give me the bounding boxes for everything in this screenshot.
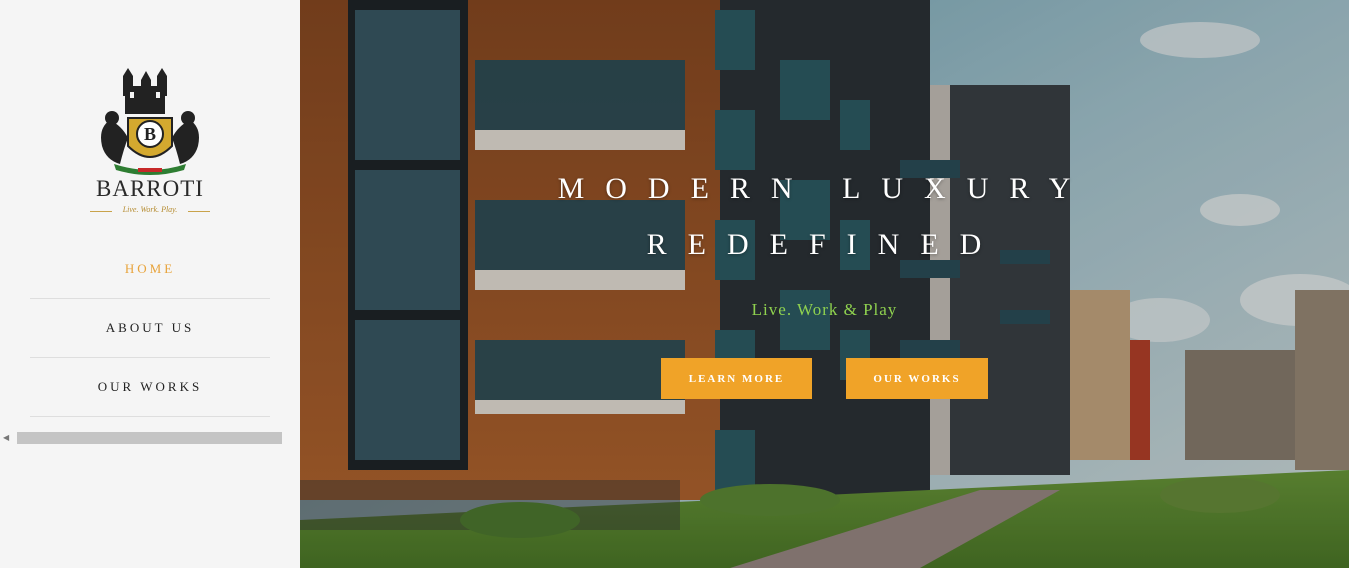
our-works-button[interactable]: OUR WORKS — [846, 358, 988, 399]
svg-text:B: B — [144, 124, 156, 144]
divider — [188, 211, 210, 212]
nav-item-our-works[interactable]: OUR WORKS — [30, 358, 270, 417]
sidebar: B BARROTI Live. Work. Play. HOME ABOUT U… — [0, 0, 300, 568]
main-nav: HOME ABOUT US OUR WORKS — [30, 240, 270, 417]
scroll-left-icon[interactable]: ◀ — [3, 433, 9, 442]
tagline-text: Live. Work. Play. — [122, 205, 178, 214]
brand-tagline: Live. Work. Play. — [90, 205, 210, 217]
nav-item-home[interactable]: HOME — [30, 240, 270, 299]
crest-icon: B — [101, 68, 199, 175]
horizontal-scrollbar[interactable]: ◀ — [0, 431, 300, 445]
nav-item-about-us[interactable]: ABOUT US — [30, 299, 270, 358]
learn-more-button[interactable]: LEARN MORE — [661, 358, 812, 399]
hero-banner: MODERN LUXURY REDEFINED Live. Work & Pla… — [300, 0, 1349, 568]
brand-name: BARROTI — [96, 176, 204, 201]
hero-title-line2: REDEFINED — [646, 228, 1003, 261]
scrollbar-thumb[interactable] — [17, 432, 282, 444]
hero-background-image — [300, 0, 1349, 568]
hero-title-line1: MODERN LUXURY — [557, 172, 1092, 205]
hero-subtitle: Live. Work & Play — [751, 300, 898, 319]
